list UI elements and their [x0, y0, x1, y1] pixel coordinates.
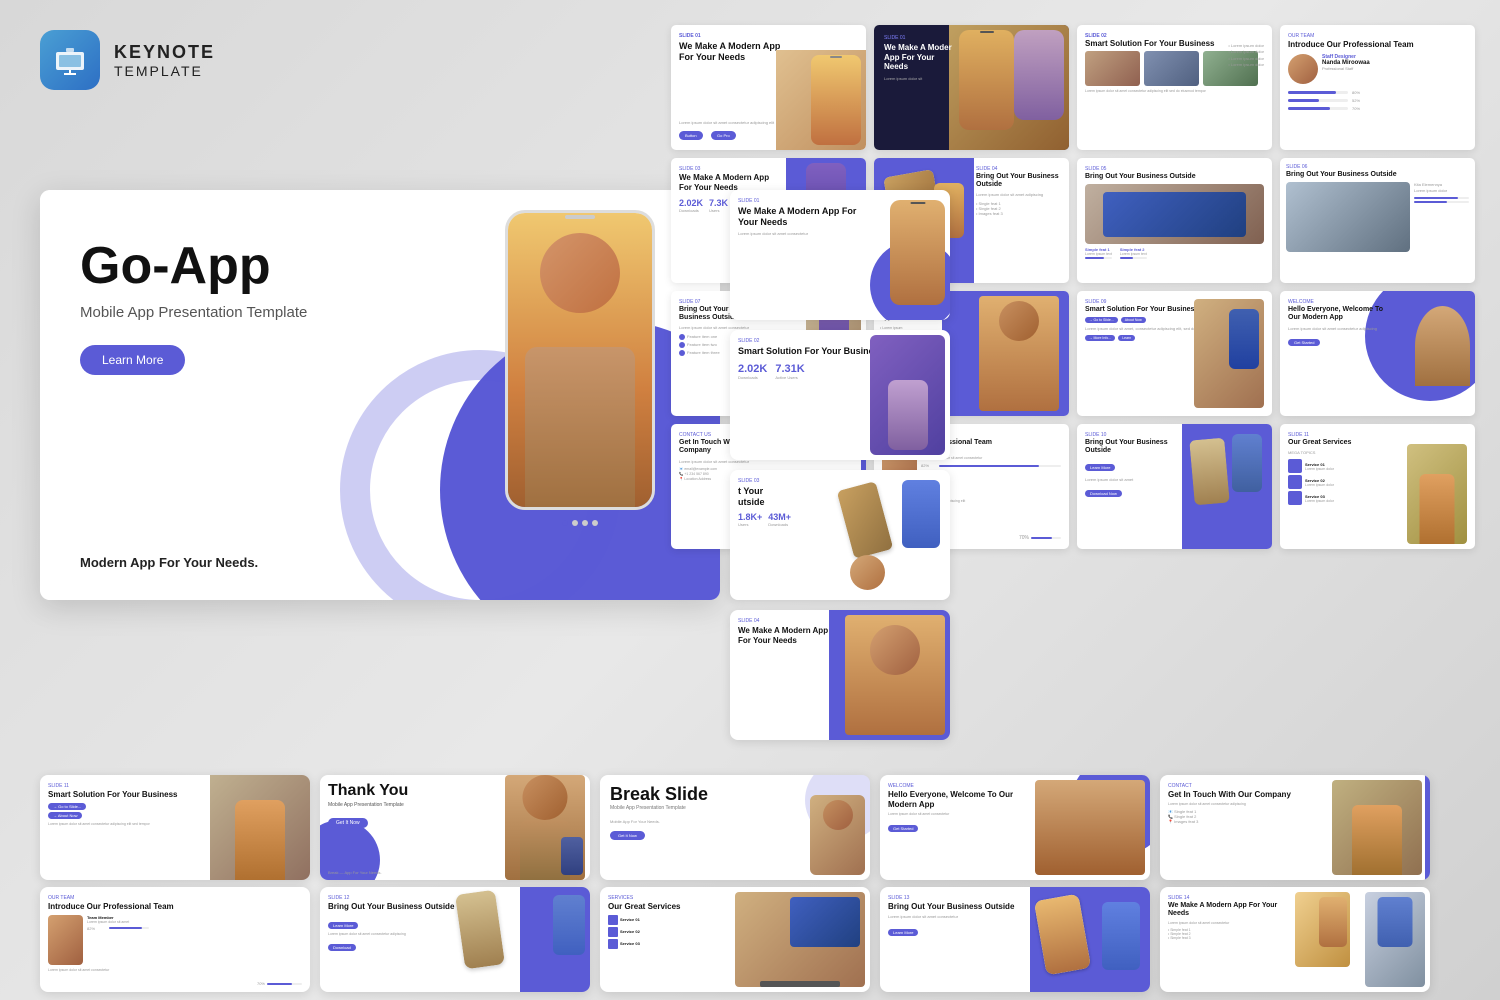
- slide-thumb-16: SLIDE 11 Our Great Services MEGA TOPICS …: [1280, 424, 1475, 549]
- hero-text: Go-App Mobile App Presentation Template …: [80, 240, 307, 375]
- slide-thumb-11: SLIDE 09 Smart Solution For Your Busines…: [1077, 291, 1272, 416]
- hero-cta-button[interactable]: Learn More: [80, 345, 185, 375]
- app-title-sub: TEMPLATE: [114, 63, 215, 79]
- main-hero-slide: Go-App Mobile App Presentation Template …: [40, 190, 720, 600]
- bottom-slide-services: SERVICES Our Great Services Service 01 S…: [600, 887, 870, 992]
- bottom-slide-app-last: SLIDE 14 We Make A Modern App For Your N…: [1160, 887, 1430, 992]
- slide-thumb-4: OUR TEAM Introduce Our Professional Team…: [1280, 25, 1475, 150]
- slide-thumb-3: SLIDE 02 Smart Solution For Your Busines…: [1077, 25, 1272, 150]
- mid-slide-4: SLIDE 04 We Make A Modern App For Your N…: [730, 610, 950, 740]
- bottom-slide-1: SLIDE 11 Smart Solution For Your Busines…: [40, 775, 310, 880]
- slide-thumb-1: SLIDE 01 We Make A Modern App For Your N…: [671, 25, 866, 150]
- bottom-slide-business2: SLIDE 12 Bring Out Your Business Outside…: [320, 887, 590, 992]
- bottom-row-2: OUR TEAM Introduce Our Professional Team…: [40, 887, 1430, 992]
- bottom-slide-contact: CONTACT Get In Touch With Our Company Lo…: [1160, 775, 1430, 880]
- bottom-row-1: SLIDE 11 Smart Solution For Your Busines…: [40, 775, 1430, 880]
- hero-title: Go-App: [80, 240, 307, 292]
- hero-phone: [480, 210, 680, 590]
- app-icon: [40, 30, 100, 90]
- app-title-main: KEYNOTE: [114, 42, 215, 63]
- bottom-slide-team: OUR TEAM Introduce Our Professional Team…: [40, 887, 310, 992]
- bottom-slide-business3: SLIDE 13 Bring Out Your Business Outside…: [880, 887, 1150, 992]
- grid-row-1: SLIDE 01 We Make A Modern App For Your N…: [671, 25, 1475, 150]
- bottom-slide-break: Break Slide Mobile App Presentation Temp…: [600, 775, 870, 880]
- thankyou-title: Thank You: [328, 783, 582, 799]
- slide-thumb-8: SLIDE 06 Bring Out Your Business Outside…: [1280, 158, 1475, 283]
- mid-slide-3: SLIDE 03 t Yourutside 1.8K+Users 43M+Dow…: [730, 470, 950, 600]
- slide-thumb-2: SLIDE 01 We Make A Moder App For Your Ne…: [874, 25, 1069, 150]
- slide-thumb-7: SLIDE 05 Bring Out Your Business Outside…: [1077, 158, 1272, 283]
- mid-slide-2: SLIDE 02 Smart Solution For Your Busines…: [730, 330, 950, 460]
- header: KEYNOTE TEMPLATE: [40, 30, 215, 90]
- slide-thumb-12: WELCOME Hello Everyone, Welcome To Our M…: [1280, 291, 1475, 416]
- bottom-slide-thankyou: Thank You Mobile App Presentation Templa…: [320, 775, 590, 880]
- slide-thumb-15: SLIDE 10 Bring Out Your Business Outside…: [1077, 424, 1272, 549]
- hero-subtitle: Mobile App Presentation Template: [80, 304, 307, 321]
- hero-tagline: Modern App For Your Needs.: [80, 555, 258, 570]
- app-title-block: KEYNOTE TEMPLATE: [114, 42, 215, 79]
- bottom-slide-welcome: WELCOME Hello Everyone, Welcome To Our M…: [880, 775, 1150, 880]
- mid-slide-area: SLIDE 01 We Make A Modern App For Your N…: [730, 190, 950, 740]
